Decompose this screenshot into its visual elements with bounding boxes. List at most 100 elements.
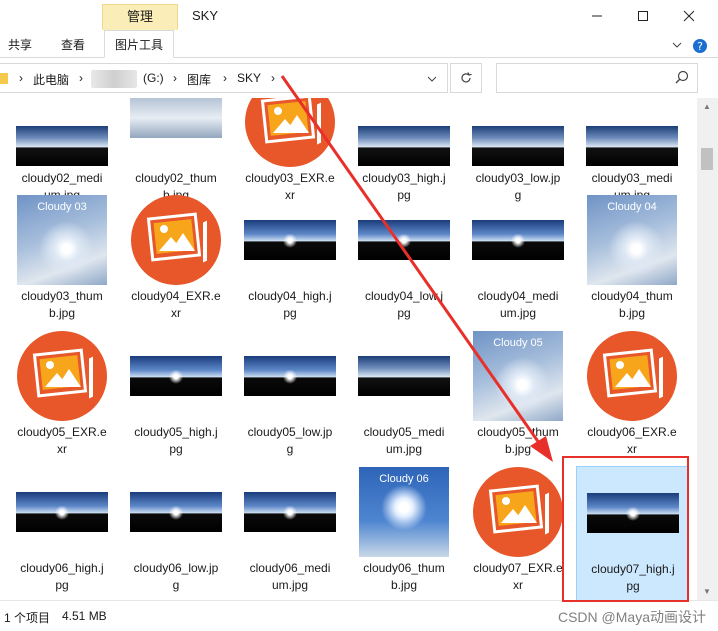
file-item[interactable]: cloudy04_high.j pg <box>234 194 346 330</box>
chevron-right-icon: › <box>173 71 177 85</box>
file-thumbnail: Cloudy 05 <box>462 330 574 422</box>
close-icon <box>683 10 695 22</box>
file-thumbnail <box>120 194 232 286</box>
address-bar[interactable]: › 此电脑 › (G:) › 图库 › SKY › <box>0 63 448 93</box>
folder-icon <box>0 70 9 89</box>
scroll-up-icon[interactable]: ▲ <box>703 102 711 111</box>
sky-thumbnail-image <box>472 220 564 260</box>
minimize-icon <box>592 15 602 17</box>
minimize-button[interactable] <box>574 0 620 32</box>
context-tab-manage[interactable]: 管理 <box>102 4 178 30</box>
thumbnail-caption: Cloudy 06 <box>379 473 429 485</box>
sky-thumbnail-image <box>586 126 678 166</box>
ribbon-tabs: 共享 查看 图片工具 ? <box>0 30 718 58</box>
file-item[interactable]: Cloudy 04 cloudy04_thum b.jpg <box>576 194 688 330</box>
file-name-label: cloudy06_medi um.jpg <box>249 561 331 592</box>
file-item[interactable]: cloudy04_low.j pg <box>348 194 460 330</box>
tab-picture-tools[interactable]: 图片工具 <box>104 30 175 58</box>
watermark: CSDN @Maya动画设计 <box>557 609 706 625</box>
scroll-thumb[interactable] <box>701 148 713 170</box>
file-name-label: cloudy06_thum b.jpg <box>363 561 445 592</box>
status-bar: 1 个项目 4.51 MB CSDN @Maya动画设计 <box>0 600 718 631</box>
address-row: › 此电脑 › (G:) › 图库 › SKY › <box>0 58 718 98</box>
window-title: SKY <box>192 8 219 23</box>
chevron-right-icon: › <box>271 71 275 85</box>
tab-share[interactable]: 共享 <box>8 36 32 53</box>
thumbnail-caption: Cloudy 04 <box>607 201 657 213</box>
file-item[interactable]: cloudy04_medi um.jpg <box>462 194 574 330</box>
breadcrumb-sky[interactable]: SKY <box>237 71 261 85</box>
ribbon-collapse-icon[interactable] <box>672 38 682 52</box>
sky-thumbnail-image <box>130 492 222 532</box>
file-name-label: cloudy04_high.j pg <box>248 289 332 320</box>
sky-thumbnail-image <box>16 492 108 532</box>
file-grid: cloudy02_medium.jpgcloudy02_thumb.jpgclo… <box>0 98 697 600</box>
file-name-label: cloudy05_low.jp g <box>247 425 333 456</box>
file-name-label: cloudy06_high.j pg <box>20 561 104 592</box>
image-file-icon <box>131 195 221 285</box>
file-thumbnail: Cloudy 06 <box>348 466 460 558</box>
file-name-label: cloudy05_thum b.jpg <box>477 425 559 456</box>
file-name-label: cloudy07_EXR.e xr <box>473 561 563 592</box>
sky-thumbnail-image <box>587 493 679 533</box>
breadcrumb-gallery[interactable]: 图库 <box>187 71 211 88</box>
breadcrumb-drive[interactable]: (G:) <box>143 71 164 85</box>
maximize-button[interactable] <box>620 0 666 32</box>
search-input[interactable] <box>496 63 698 93</box>
sky-thumbnail-image <box>244 356 336 396</box>
image-file-icon <box>17 331 107 421</box>
vertical-scrollbar[interactable]: ▲ ▼ <box>697 98 718 600</box>
file-item[interactable]: cloudy06_EXR.e xr <box>576 330 688 466</box>
file-name-label: cloudy04_low.j pg <box>364 289 444 320</box>
file-thumbnail <box>462 194 574 286</box>
redacted-drive-name <box>91 70 137 88</box>
chevron-right-icon: › <box>19 71 23 85</box>
maximize-icon <box>638 11 648 21</box>
chevron-right-icon: › <box>79 71 83 85</box>
thumbnail-caption: Cloudy 03 <box>37 201 87 213</box>
file-item[interactable]: cloudy06_high.j pg <box>6 466 118 600</box>
sky-thumbnail-image <box>358 356 450 396</box>
file-item[interactable]: Cloudy 03 cloudy03_thum b.jpg <box>6 194 118 330</box>
help-icon[interactable]: ? <box>692 38 708 57</box>
file-thumbnail <box>348 330 460 422</box>
file-name-label: cloudy05_EXR.e xr <box>17 425 107 456</box>
file-name-label: cloudy04_EXR.e xr <box>131 289 221 320</box>
file-item[interactable]: cloudy06_low.jp g <box>120 466 232 600</box>
file-thumbnail <box>6 330 118 422</box>
sky-thumbnail-image <box>244 220 336 260</box>
scroll-down-icon[interactable]: ▼ <box>703 587 711 596</box>
chevron-right-icon: › <box>223 71 227 85</box>
tab-view[interactable]: 查看 <box>61 36 85 53</box>
file-thumbnail <box>577 467 689 559</box>
file-item[interactable]: cloudy05_high.j pg <box>120 330 232 466</box>
file-name-label: cloudy06_EXR.e xr <box>587 425 677 456</box>
address-dropdown-icon[interactable] <box>427 72 437 86</box>
file-item[interactable]: cloudy05_medi um.jpg <box>348 330 460 466</box>
sky-thumbnail-image <box>244 492 336 532</box>
status-file-size: 4.51 MB <box>62 609 107 623</box>
thumbnail-caption: Cloudy 05 <box>493 337 543 349</box>
file-name-label: cloudy05_medi um.jpg <box>363 425 445 456</box>
sky-thumbnail-image: Cloudy 05 <box>473 331 563 421</box>
file-item[interactable]: cloudy06_medi um.jpg <box>234 466 346 600</box>
file-item[interactable]: cloudy04_EXR.e xr <box>120 194 232 330</box>
file-name-label: cloudy07_high.j pg <box>591 562 675 593</box>
sky-thumbnail-image <box>130 98 222 138</box>
file-item[interactable]: cloudy07_high.j pg <box>576 466 688 600</box>
file-name-label: cloudy05_high.j pg <box>134 425 218 456</box>
file-name-label: cloudy04_thum b.jpg <box>591 289 673 320</box>
file-item[interactable]: cloudy05_EXR.e xr <box>6 330 118 466</box>
file-item[interactable]: Cloudy 06 cloudy06_thum b.jpg <box>348 466 460 600</box>
breadcrumb-this-pc[interactable]: 此电脑 <box>33 71 69 88</box>
close-button[interactable] <box>666 0 712 32</box>
file-name-label: cloudy03_thum b.jpg <box>21 289 103 320</box>
file-thumbnail <box>120 330 232 422</box>
file-item[interactable]: cloudy07_EXR.e xr <box>462 466 574 600</box>
file-thumbnail <box>462 466 574 558</box>
image-file-icon <box>245 98 335 167</box>
file-item[interactable]: Cloudy 05 cloudy05_thum b.jpg <box>462 330 574 466</box>
refresh-button[interactable] <box>450 63 482 93</box>
file-item[interactable]: cloudy05_low.jp g <box>234 330 346 466</box>
image-file-icon <box>473 467 563 557</box>
